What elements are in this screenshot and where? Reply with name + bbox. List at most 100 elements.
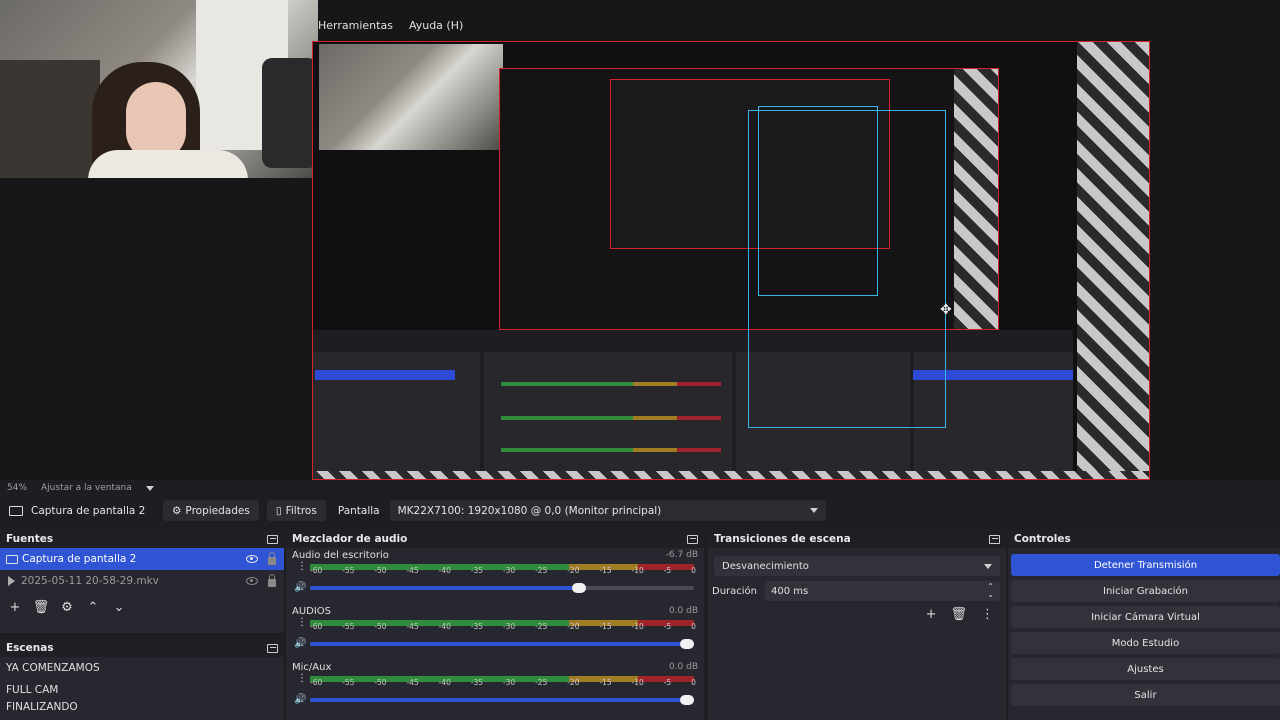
sources-dock: Fuentes Captura de pantalla 2 2025-05-11… — [0, 530, 284, 720]
volume-knob[interactable] — [680, 695, 694, 705]
tick-label: 0 — [691, 678, 696, 687]
undock-icon[interactable] — [267, 534, 278, 544]
channel-header: Audio del escritorio -6.7 dB — [292, 548, 698, 562]
display-label: Pantalla — [337, 504, 380, 517]
scene-item-label: FULL CAM — [6, 684, 59, 696]
mixer-title: Mezclador de audio — [292, 533, 408, 545]
tick-label: -10 — [631, 566, 644, 575]
controls-title: Controles — [1014, 533, 1071, 545]
scene-item[interactable]: FULL CAM — [0, 679, 284, 701]
undock-icon[interactable] — [687, 534, 698, 544]
add-icon[interactable]: + — [926, 607, 937, 622]
channel-db: -6.7 dB — [665, 550, 698, 560]
meter-ticks: -60 -55 -50 -45 -40 -35 -30 -25 -20 -15 -10 -5 0 — [310, 622, 696, 631]
tick-label: -30 — [502, 622, 516, 631]
speaker-icon[interactable]: 🔊 — [294, 638, 306, 649]
transition-select[interactable]: Desvanecimiento — [714, 556, 1000, 576]
monitor-icon — [9, 505, 23, 516]
tick-label: 0 — [691, 622, 696, 631]
speaker-icon[interactable]: 🔊 — [294, 694, 306, 705]
meter-ticks: -60 -55 -50 -45 -40 -35 -30 -25 -20 -15 -10 -5 0 — [310, 566, 696, 575]
preview-canvas[interactable]: Herramientas Ayuda (H) ✥ — [0, 0, 1280, 480]
channel-menu-icon[interactable]: ⋮ — [297, 674, 307, 684]
display-select[interactable]: MK22X7100: 1920x1080 @ 0,0 (Monitor prin… — [389, 500, 826, 521]
eye-hidden-icon[interactable] — [246, 577, 258, 585]
volume-slider[interactable] — [310, 639, 694, 649]
eye-icon[interactable] — [246, 555, 258, 563]
trash-icon[interactable]: 🗑 — [950, 607, 967, 622]
play-icon — [8, 576, 15, 586]
tick-label: -60 — [310, 622, 323, 631]
more-menu-icon[interactable]: ⋮ — [981, 607, 994, 622]
duration-value: 400 ms — [771, 585, 809, 597]
spin-arrows-icon[interactable]: ⌃ ⌄ — [987, 583, 994, 599]
source-item-screen-capture[interactable]: Captura de pantalla 2 — [0, 548, 284, 570]
zoom-percent: 54% — [7, 483, 28, 493]
channel-header: AUDIOS 0.0 dB — [292, 604, 698, 618]
controls-title-bar: Controles — [1008, 530, 1280, 548]
zoom-fit-label[interactable]: Ajustar a la ventana — [41, 483, 132, 493]
control-button-4[interactable]: Modo Estudio — [1011, 632, 1280, 654]
tick-label: -25 — [535, 678, 548, 687]
volume-slider[interactable] — [310, 583, 694, 593]
zoom-bar: 54% Ajustar a la ventana — [0, 480, 1280, 496]
source-item-media[interactable]: 2025-05-11 20-58-29.mkv — [0, 570, 284, 592]
tick-label: -20 — [567, 678, 580, 687]
control-button-3[interactable]: Iniciar Cámara Virtual — [1011, 606, 1280, 628]
screen-capture-source[interactable] — [312, 41, 1150, 480]
trash-icon[interactable]: 🗑 — [32, 600, 50, 615]
nested-webcam — [319, 44, 503, 150]
channel-name: Audio del escritorio — [292, 549, 389, 561]
tick-label: -15 — [599, 678, 612, 687]
tick-label: -25 — [535, 622, 548, 631]
tick-label: -45 — [406, 678, 419, 687]
filter-icon: ▯ — [275, 504, 282, 517]
control-button-6[interactable]: Salir — [1011, 684, 1280, 706]
add-icon[interactable]: + — [6, 600, 24, 615]
source-item-label: Captura de pantalla 2 — [22, 553, 137, 565]
move-cursor-icon: ✥ — [940, 302, 952, 318]
control-button-1[interactable]: Detener Transmisión — [1011, 554, 1280, 576]
mixer-channel: AUDIOS 0.0 dB ⋮ -60 -55 -50 -45 -40 -35 -30 -25 -20… — [286, 604, 704, 660]
gear-icon: ⚙ — [172, 504, 182, 517]
gear-icon[interactable]: ⚙ — [58, 600, 76, 615]
filters-label: Filtros — [285, 504, 317, 517]
scenes-title: Escenas — [6, 642, 54, 654]
scenes-title-bar: Escenas — [0, 639, 284, 657]
tick-label: -30 — [502, 566, 516, 575]
duration-label: Duración — [712, 585, 758, 597]
filters-button[interactable]: ▯ Filtros — [266, 500, 326, 521]
tick-label: -5 — [663, 678, 672, 687]
undock-icon[interactable] — [267, 643, 278, 653]
volume-knob[interactable] — [680, 639, 694, 649]
speaker-icon[interactable]: 🔊 — [294, 582, 306, 593]
chevron-up-icon[interactable]: ⌃ — [84, 600, 102, 615]
scene-item[interactable]: FINALIZANDO — [0, 701, 284, 715]
transitions-title: Transiciones de escena — [714, 533, 851, 545]
chevron-down-icon[interactable]: ⌄ — [110, 600, 128, 615]
volume-knob[interactable] — [572, 583, 587, 593]
volume-slider[interactable] — [310, 695, 694, 705]
display-value: MK22X7100: 1920x1080 @ 0,0 (Monitor prin… — [397, 504, 662, 517]
tick-label: -30 — [502, 678, 516, 687]
tick-label: -10 — [631, 622, 644, 631]
properties-button[interactable]: ⚙ Propiedades — [163, 500, 259, 521]
lock-icon[interactable] — [268, 551, 276, 565]
control-button-5[interactable]: Ajustes — [1011, 658, 1280, 680]
lock-icon[interactable] — [268, 573, 276, 587]
tick-label: -20 — [567, 566, 580, 575]
nested-menubar: Herramientas Ayuda (H) — [318, 12, 463, 40]
control-button-2[interactable]: Iniciar Grabación — [1011, 580, 1280, 602]
transition-tools: + 🗑 ⋮ — [708, 607, 994, 622]
chevron-down-icon[interactable] — [145, 485, 154, 491]
mixer-channel: Audio del escritorio -6.7 dB ⋮ -60 -55 -50 -45… — [286, 548, 704, 604]
undock-icon[interactable] — [989, 534, 1000, 544]
tick-label: -40 — [438, 622, 451, 631]
channel-menu-icon[interactable]: ⋮ — [297, 618, 307, 628]
channel-menu-icon[interactable]: ⋮ — [297, 562, 307, 572]
tick-label: -60 — [310, 566, 323, 575]
duration-input[interactable]: 400 ms ⌃ ⌄ — [765, 581, 1000, 601]
scene-item[interactable]: YA COMENZAMOS — [0, 657, 284, 679]
source-item-label: 2025-05-11 20-58-29.mkv — [21, 575, 159, 587]
tick-label: -35 — [470, 622, 484, 631]
